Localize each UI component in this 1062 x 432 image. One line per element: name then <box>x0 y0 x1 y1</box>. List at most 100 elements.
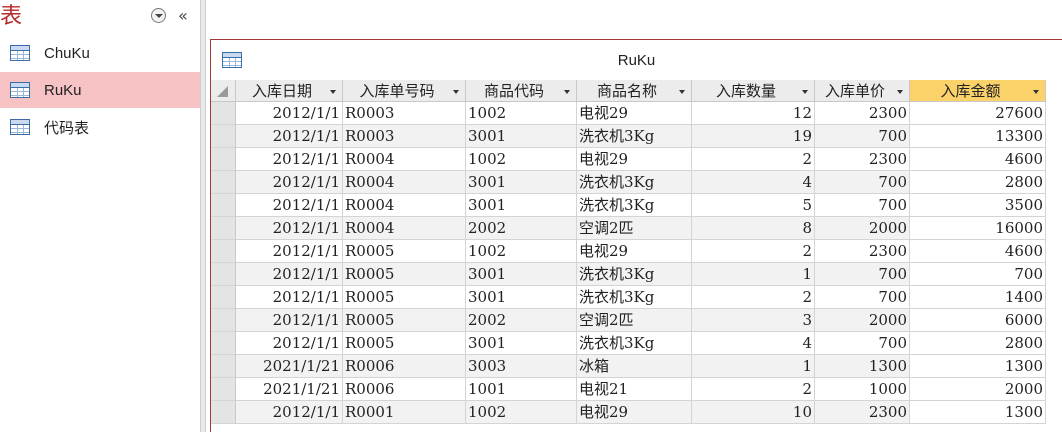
dropdown-arrow-icon[interactable] <box>453 90 459 94</box>
cell-amount[interactable]: 13300 <box>910 125 1046 148</box>
cell-receipt-no[interactable]: R0005 <box>343 263 466 286</box>
document-titlebar[interactable]: RuKu <box>211 40 1062 80</box>
cell-product-code[interactable]: 3001 <box>466 263 577 286</box>
nav-menu-dropdown-icon[interactable] <box>151 8 166 23</box>
cell-receipt-no[interactable]: R0005 <box>343 286 466 309</box>
cell-product-name[interactable]: 洗衣机3Kg <box>577 263 692 286</box>
column-header-商品名称[interactable]: 商品名称 <box>577 80 692 102</box>
cell-amount[interactable]: 1300 <box>910 355 1046 378</box>
cell-product-code[interactable]: 3001 <box>466 171 577 194</box>
cell-date[interactable]: 2012/1/1 <box>236 263 343 286</box>
cell-date[interactable]: 2012/1/1 <box>236 148 343 171</box>
cell-product-name[interactable]: 洗衣机3Kg <box>577 171 692 194</box>
table-row[interactable]: 2012/1/1 R0001 1002 电视29 10 2300 1300 <box>211 401 1046 424</box>
dropdown-arrow-icon[interactable] <box>564 90 570 94</box>
nav-group-title[interactable]: 表 <box>0 2 22 32</box>
cell-quantity[interactable]: 2 <box>692 240 815 263</box>
cell-receipt-no[interactable]: R0004 <box>343 217 466 240</box>
cell-unit-price[interactable]: 2300 <box>815 401 910 424</box>
cell-unit-price[interactable]: 2000 <box>815 309 910 332</box>
cell-quantity[interactable]: 2 <box>692 148 815 171</box>
cell-unit-price[interactable]: 1000 <box>815 378 910 401</box>
cell-product-code[interactable]: 3001 <box>466 332 577 355</box>
cell-receipt-no[interactable]: R0006 <box>343 378 466 401</box>
cell-unit-price[interactable]: 700 <box>815 125 910 148</box>
table-row[interactable]: 2012/1/1 R0004 3001 洗衣机3Kg 4 700 2800 <box>211 171 1046 194</box>
record-selector[interactable] <box>211 286 236 309</box>
table-row[interactable]: 2012/1/1 R0004 3001 洗衣机3Kg 5 700 3500 <box>211 194 1046 217</box>
cell-product-name[interactable]: 电视29 <box>577 240 692 263</box>
cell-receipt-no[interactable]: R0003 <box>343 125 466 148</box>
dropdown-arrow-icon[interactable] <box>330 90 336 94</box>
cell-product-code[interactable]: 3001 <box>466 286 577 309</box>
cell-date[interactable]: 2012/1/1 <box>236 309 343 332</box>
cell-product-name[interactable]: 电视21 <box>577 378 692 401</box>
cell-amount[interactable]: 4600 <box>910 148 1046 171</box>
cell-date[interactable]: 2012/1/1 <box>236 171 343 194</box>
column-header-入库日期[interactable]: 入库日期 <box>236 80 343 102</box>
record-selector[interactable] <box>211 378 236 401</box>
cell-product-name[interactable]: 洗衣机3Kg <box>577 125 692 148</box>
cell-unit-price[interactable]: 2300 <box>815 240 910 263</box>
cell-amount[interactable]: 1300 <box>910 401 1046 424</box>
cell-quantity[interactable]: 1 <box>692 263 815 286</box>
cell-date[interactable]: 2012/1/1 <box>236 401 343 424</box>
table-row[interactable]: 2012/1/1 R0005 3001 洗衣机3Kg 1 700 700 <box>211 263 1046 286</box>
cell-quantity[interactable]: 12 <box>692 102 815 125</box>
cell-unit-price[interactable]: 700 <box>815 171 910 194</box>
table-row[interactable]: 2012/1/1 R0004 2002 空调2匹 8 2000 16000 <box>211 217 1046 240</box>
cell-unit-price[interactable]: 2000 <box>815 217 910 240</box>
record-selector[interactable] <box>211 401 236 424</box>
cell-date[interactable]: 2012/1/1 <box>236 332 343 355</box>
cell-receipt-no[interactable]: R0003 <box>343 102 466 125</box>
record-selector[interactable] <box>211 309 236 332</box>
record-selector[interactable] <box>211 263 236 286</box>
cell-product-name[interactable]: 空调2匹 <box>577 309 692 332</box>
cell-product-name[interactable]: 冰箱 <box>577 355 692 378</box>
column-header-入库数量[interactable]: 入库数量 <box>692 80 815 102</box>
cell-amount[interactable]: 3500 <box>910 194 1046 217</box>
nav-item-ruku[interactable]: RuKu <box>0 72 200 108</box>
cell-product-code[interactable]: 3001 <box>466 125 577 148</box>
record-selector[interactable] <box>211 148 236 171</box>
cell-amount[interactable]: 27600 <box>910 102 1046 125</box>
cell-amount[interactable]: 2000 <box>910 378 1046 401</box>
cell-amount[interactable]: 700 <box>910 263 1046 286</box>
cell-quantity[interactable]: 1 <box>692 355 815 378</box>
cell-quantity[interactable]: 19 <box>692 125 815 148</box>
cell-unit-price[interactable]: 700 <box>815 263 910 286</box>
cell-product-name[interactable]: 洗衣机3Kg <box>577 286 692 309</box>
cell-receipt-no[interactable]: R0005 <box>343 240 466 263</box>
cell-unit-price[interactable]: 2300 <box>815 102 910 125</box>
cell-receipt-no[interactable]: R0006 <box>343 355 466 378</box>
cell-date[interactable]: 2012/1/1 <box>236 286 343 309</box>
record-selector[interactable] <box>211 355 236 378</box>
cell-amount[interactable]: 1400 <box>910 286 1046 309</box>
cell-date[interactable]: 2012/1/1 <box>236 217 343 240</box>
cell-quantity[interactable]: 10 <box>692 401 815 424</box>
record-selector[interactable] <box>211 240 236 263</box>
table-row[interactable]: 2021/1/21 R0006 1001 电视21 2 1000 2000 <box>211 378 1046 401</box>
select-all-button[interactable] <box>211 80 236 102</box>
record-selector[interactable] <box>211 332 236 355</box>
cell-amount[interactable]: 2800 <box>910 332 1046 355</box>
cell-unit-price[interactable]: 700 <box>815 194 910 217</box>
dropdown-arrow-icon[interactable] <box>679 90 685 94</box>
nav-item-daimabiao[interactable]: 代码表 <box>0 109 200 145</box>
cell-product-code[interactable]: 1002 <box>466 148 577 171</box>
table-row[interactable]: 2012/1/1 R0005 2002 空调2匹 3 2000 6000 <box>211 309 1046 332</box>
cell-quantity[interactable]: 4 <box>692 171 815 194</box>
column-header-入库单号码[interactable]: 入库单号码 <box>343 80 466 102</box>
cell-product-code[interactable]: 1001 <box>466 378 577 401</box>
cell-product-code[interactable]: 2002 <box>466 217 577 240</box>
cell-date[interactable]: 2012/1/1 <box>236 125 343 148</box>
dropdown-arrow-icon[interactable] <box>897 90 903 94</box>
cell-product-name[interactable]: 洗衣机3Kg <box>577 194 692 217</box>
table-row[interactable]: 2012/1/1 R0005 3001 洗衣机3Kg 4 700 2800 <box>211 332 1046 355</box>
cell-product-code[interactable]: 1002 <box>466 102 577 125</box>
collapse-pane-icon[interactable]: « <box>178 6 188 26</box>
cell-date[interactable]: 2012/1/1 <box>236 240 343 263</box>
cell-amount[interactable]: 6000 <box>910 309 1046 332</box>
record-selector[interactable] <box>211 125 236 148</box>
cell-product-code[interactable]: 1002 <box>466 240 577 263</box>
